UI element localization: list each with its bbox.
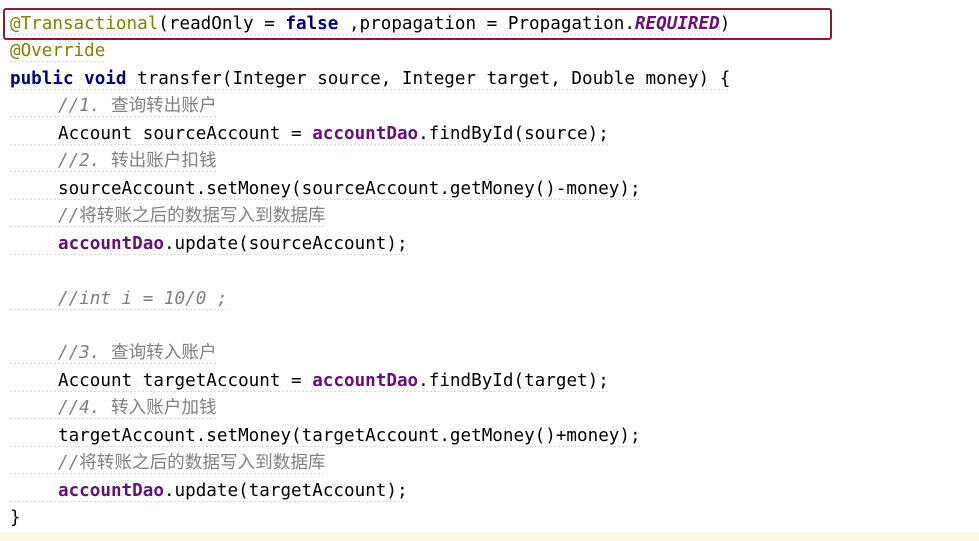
code-editor[interactable]: @Transactional(readOnly = false ,propaga… — [0, 0, 979, 541]
code-token: ,propagation = Propagation. — [338, 14, 635, 34]
code-token: targetAccount.setMoney(targetAccount.get… — [58, 425, 641, 446]
code-token: //4. — [58, 398, 111, 419]
code-line[interactable] — [10, 260, 58, 282]
code-token: //1. — [58, 96, 111, 117]
code-line[interactable]: Account sourceAccount = accountDao.findB… — [10, 122, 609, 145]
code-token: transfer(Integer source, Integer target,… — [126, 68, 731, 89]
code-token: Account sourceAccount = — [58, 123, 313, 144]
code-token: accountDao — [312, 123, 419, 144]
code-line[interactable] — [10, 315, 58, 337]
code-token: .update(targetAccount); — [163, 480, 408, 501]
code-line[interactable]: public void transfer(Integer source, Int… — [10, 67, 731, 90]
code-token: //int i = 10/0 ; — [58, 288, 228, 309]
code-token: 将转账之后的数据写入到数据库 — [79, 453, 326, 474]
code-token: @Override — [10, 41, 106, 62]
code-token: accountDao — [312, 370, 419, 391]
code-line[interactable]: accountDao.update(sourceAccount); — [10, 232, 408, 255]
code-line[interactable]: targetAccount.setMoney(targetAccount.get… — [10, 424, 641, 447]
code-token: .findById(target); — [418, 370, 609, 391]
code-line[interactable]: accountDao.update(targetAccount); — [10, 479, 408, 502]
code-line[interactable]: @Transactional(readOnly = false ,propaga… — [10, 13, 731, 35]
code-token: 转入账户加钱 — [110, 398, 217, 419]
code-line[interactable]: //2. 转出账户扣钱 — [10, 150, 217, 173]
current-line-strip — [0, 532, 979, 541]
code-token: accountDao — [58, 233, 164, 254]
code-token: //3. — [58, 343, 111, 364]
code-token: } — [10, 508, 21, 529]
code-token: // — [58, 453, 80, 474]
code-line[interactable]: //将转账之后的数据写入到数据库 — [10, 205, 326, 228]
code-line[interactable]: //将转账之后的数据写入到数据库 — [10, 452, 326, 475]
code-token: .update(sourceAccount); — [163, 233, 408, 254]
code-token: Account targetAccount = — [58, 370, 313, 391]
code-token: 查询转入账户 — [110, 343, 217, 364]
code-line[interactable]: sourceAccount.setMoney(sourceAccount.get… — [10, 177, 641, 200]
code-line[interactable]: //int i = 10/0 ; — [10, 287, 228, 310]
code-token: // — [58, 206, 80, 227]
code-token: public — [10, 68, 74, 89]
code-token: 转出账户扣钱 — [110, 151, 217, 172]
code-token: (readOnly = — [158, 14, 286, 34]
code-line[interactable]: //1. 查询转出账户 — [10, 95, 217, 118]
code-token: @Transactional — [10, 14, 159, 34]
code-line[interactable]: } — [10, 507, 21, 529]
code-token: REQUIRED — [634, 14, 720, 34]
code-token: ) — [719, 14, 731, 34]
code-token: false — [285, 14, 339, 34]
code-token: 将转账之后的数据写入到数据库 — [79, 206, 326, 227]
code-token: accountDao — [58, 480, 164, 501]
code-token: .findById(source); — [418, 123, 609, 144]
code-line[interactable]: @Override — [10, 40, 106, 63]
code-line[interactable]: Account targetAccount = accountDao.findB… — [10, 369, 609, 392]
code-line[interactable]: //3. 查询转入账户 — [10, 342, 217, 365]
code-token: sourceAccount.setMoney(sourceAccount.get… — [58, 178, 641, 199]
code-line[interactable]: //4. 转入账户加钱 — [10, 397, 217, 420]
code-token: 查询转出账户 — [110, 96, 217, 117]
code-token: //2. — [58, 151, 111, 172]
code-token: void — [84, 68, 127, 89]
